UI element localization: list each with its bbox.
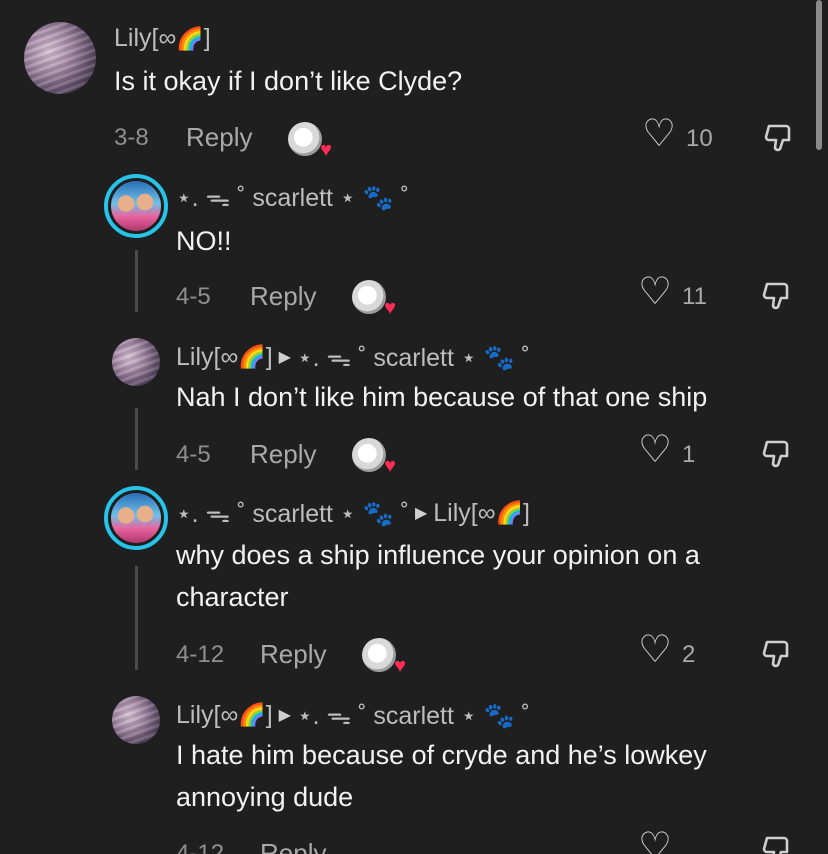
creator-liked-icon: ♥ — [288, 122, 332, 161]
avatar[interactable] — [104, 486, 168, 550]
rainbow-icon: 🌈 — [238, 344, 266, 369]
comment-author[interactable]: ⋆. ᯓ ˚ scarlett ⋆ 🐾 ˚ ▶ Lily[∞ 🌈] — [176, 496, 530, 530]
author-name: Lily[∞ — [176, 700, 239, 729]
comment-text-line: character — [176, 582, 289, 612]
thread-line — [135, 408, 138, 470]
reply-to-name[interactable]: ⋆. ᯓ ˚ scarlett ⋆ 🐾 ˚ — [297, 698, 530, 732]
comment-text-line: why does a ship influence your opinion o… — [176, 540, 700, 570]
like-heart-icon[interactable]: ♡ — [638, 828, 672, 854]
author-name-suffix: ] — [265, 342, 273, 371]
scrollbar[interactable] — [816, 0, 822, 150]
dislike-icon[interactable] — [760, 834, 794, 854]
rainbow-icon: 🌈 — [238, 702, 266, 727]
like-count: 10 — [686, 125, 713, 152]
dislike-icon[interactable] — [760, 638, 794, 672]
comment-date: 3-8 — [114, 124, 149, 151]
heart-icon: ♥ — [384, 297, 396, 319]
avatar[interactable] — [112, 696, 160, 744]
comment-text: Is it okay if I don’t like Clyde? — [114, 66, 463, 96]
like-heart-icon[interactable]: ♡ — [638, 431, 672, 469]
comment-thread: Lily[∞ 🌈] Is it okay if I don’t like Clyd… — [0, 0, 828, 854]
like-count: 2 — [682, 641, 696, 668]
thread-line — [135, 250, 138, 312]
rainbow-icon: 🌈 — [495, 500, 523, 525]
dislike-icon[interactable] — [760, 280, 794, 314]
comment-text-line: I hate him because of cryde and he’s low… — [176, 740, 707, 770]
comment-text: Nah I don’t like him because of that one… — [176, 382, 708, 412]
reply-to-arrow-icon: ▶ — [278, 707, 291, 724]
reply-button[interactable]: Reply — [250, 439, 316, 470]
comment-text: NO!! — [176, 226, 232, 256]
comment-date: 4-5 — [176, 441, 211, 468]
heart-icon: ♥ — [384, 455, 396, 477]
author-name: Lily[∞ — [114, 24, 177, 52]
reply-button[interactable]: Reply — [250, 281, 316, 312]
reply-to-name[interactable]: ⋆. ᯓ ˚ scarlett ⋆ 🐾 ˚ — [297, 340, 530, 374]
like-count: 11 — [682, 283, 707, 310]
comment-date: 4-12 — [176, 840, 225, 854]
author-name: ⋆. ᯓ ˚ scarlett ⋆ 🐾 ˚ — [176, 500, 409, 528]
reply-to-name-suffix: ] — [522, 498, 530, 527]
comment-date: 4-12 — [176, 641, 225, 668]
author-name-suffix: ] — [203, 24, 211, 52]
comment-author[interactable]: ⋆. ᯓ ˚ scarlett ⋆ 🐾 ˚ — [176, 180, 409, 214]
avatar[interactable] — [24, 22, 96, 94]
avatar[interactable] — [104, 174, 168, 238]
reply-button[interactable]: Reply — [260, 639, 326, 670]
creator-liked-icon: ♥ — [362, 638, 406, 677]
heart-icon: ♥ — [394, 655, 406, 677]
like-heart-icon[interactable]: ♡ — [638, 631, 672, 669]
reply-to-name[interactable]: Lily[∞ — [433, 499, 495, 528]
comment-author[interactable]: Lily[∞ 🌈] — [114, 24, 211, 53]
like-count: 1 — [682, 441, 696, 468]
like-heart-icon[interactable]: ♡ — [638, 273, 672, 311]
author-name-suffix: ] — [265, 700, 273, 729]
reply-button[interactable]: Reply — [186, 122, 252, 153]
thread-line — [135, 566, 138, 670]
reply-button[interactable]: Reply — [260, 838, 326, 854]
dislike-icon[interactable] — [760, 438, 794, 472]
author-name: Lily[∞ — [176, 342, 239, 371]
creator-liked-icon: ♥ — [352, 438, 396, 477]
comment-author[interactable]: Lily[∞ 🌈] ▶ ⋆. ᯓ ˚ scarlett ⋆ 🐾 ˚ — [176, 698, 530, 732]
comment-author[interactable]: Lily[∞ 🌈] ▶ ⋆. ᯓ ˚ scarlett ⋆ 🐾 ˚ — [176, 340, 530, 374]
comment-date: 4-5 — [176, 283, 211, 310]
dislike-icon[interactable] — [762, 122, 796, 156]
rainbow-icon: 🌈 — [176, 25, 204, 51]
reply-to-arrow-icon: ▶ — [278, 349, 291, 366]
heart-icon: ♥ — [320, 139, 332, 161]
creator-liked-icon: ♥ — [352, 280, 396, 319]
comment-text-line: annoying dude — [176, 782, 354, 812]
reply-to-arrow-icon: ▶ — [414, 505, 428, 522]
avatar[interactable] — [112, 338, 160, 386]
like-heart-icon[interactable]: ♡ — [642, 115, 676, 153]
